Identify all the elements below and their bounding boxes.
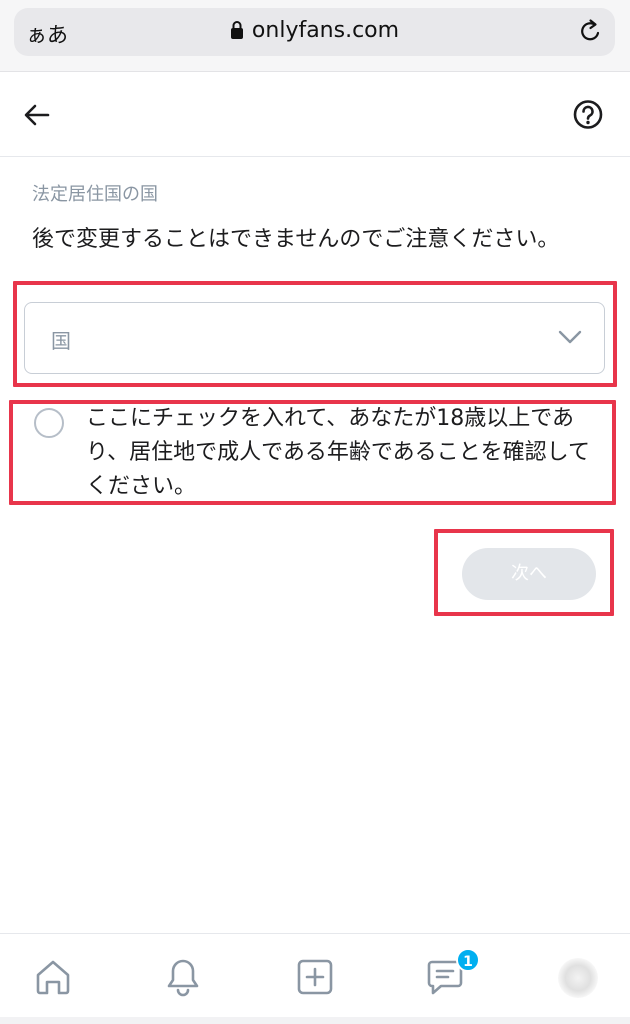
back-arrow-icon[interactable] [22, 100, 52, 130]
url-display[interactable]: onlyfans.com [14, 18, 615, 43]
age-confirm-label[interactable]: ここにチェックを入れて、あなたが18歳以上であり、居住地で成人である年齢であるこ… [86, 402, 606, 504]
url-field[interactable]: ぁあ onlyfans.com [14, 8, 615, 56]
home-icon[interactable] [32, 956, 74, 998]
browser-address-bar: ぁあ onlyfans.com [0, 0, 630, 72]
notice-text: 後で変更することはできませんのでご注意ください。 [32, 227, 560, 252]
avatar[interactable] [558, 958, 598, 998]
country-select[interactable]: 国 [24, 302, 605, 374]
bottom-nav: 1 [0, 933, 630, 1024]
help-icon[interactable] [572, 99, 604, 133]
bell-icon[interactable] [162, 956, 204, 998]
age-confirm-checkbox[interactable] [34, 408, 64, 438]
reload-icon[interactable] [577, 18, 603, 46]
lock-icon [230, 21, 243, 39]
country-select-placeholder: 国 [51, 329, 71, 353]
next-button[interactable]: 次へ [462, 548, 596, 600]
page: ぁあ onlyfans.com 法定居住国の国 後で変更することはできませんので… [0, 0, 630, 1024]
url-text: onlyfans.com [251, 18, 400, 43]
messages-badge: 1 [456, 948, 480, 972]
add-post-icon[interactable] [294, 956, 336, 998]
app-header [0, 73, 630, 157]
home-indicator-area [0, 1017, 630, 1024]
chevron-down-icon [558, 330, 582, 344]
section-label: 法定居住国の国 [32, 184, 158, 205]
